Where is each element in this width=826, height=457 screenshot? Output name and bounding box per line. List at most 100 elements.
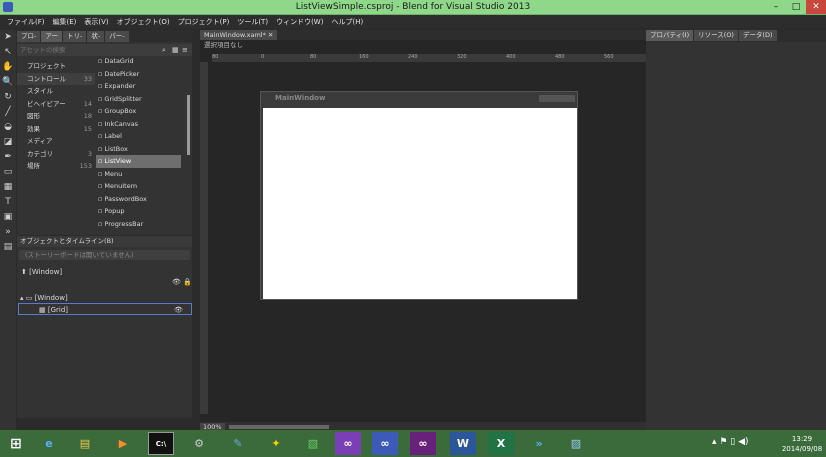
assets-tabs: プロ- アー トリ- 状- パー-	[17, 30, 192, 42]
category-item[interactable]: カテゴリ 3	[17, 148, 95, 161]
tab-right-0[interactable]: プロパティ(I)	[646, 30, 694, 41]
list-view-icon[interactable]: ≡	[182, 46, 192, 54]
horizontal-scroll[interactable]	[228, 425, 329, 429]
control-item[interactable]: ▫ ListView	[96, 155, 181, 168]
control-item[interactable]: ▫ GroupBox	[96, 105, 181, 118]
menu-item[interactable]: ヘルプ(H)	[327, 17, 367, 27]
category-item[interactable]: メディア	[17, 135, 95, 148]
category-item[interactable]: ビヘイビアー 14	[17, 98, 95, 111]
file-explorer-icon[interactable]: ▤	[72, 432, 98, 455]
camera-orbit-icon[interactable]: ↻	[0, 90, 16, 105]
paint-icon[interactable]: ✎	[225, 432, 251, 455]
menu-item[interactable]: ファイル(F)	[3, 17, 49, 27]
visibility-icon[interactable]: 👁	[172, 278, 181, 286]
word-icon[interactable]: W	[450, 432, 476, 455]
windows-start-icon[interactable]: ⊞	[3, 432, 29, 455]
asset-categories: プロジェクト コントロール 33 スタイル ビヘイビアー 14 図形 18 効果 15 メディア カテ…	[17, 60, 95, 185]
category-item[interactable]: 場所 153	[17, 160, 95, 173]
control-item[interactable]: ▫ MenuItem	[96, 180, 181, 193]
design-surface[interactable]	[263, 108, 577, 299]
menu-item[interactable]: プロジェクト(P)	[174, 17, 234, 27]
media-player-icon[interactable]: ▶	[110, 432, 136, 455]
tray-icons[interactable]: ▴ ⚑ ▯ ◀)	[712, 437, 749, 447]
excel-icon[interactable]: X	[488, 432, 514, 455]
ruler-tick-label: 240	[408, 54, 418, 60]
control-item[interactable]: ▫ InkCanvas	[96, 118, 181, 131]
visual-studio-icon[interactable]: ∞	[335, 432, 361, 455]
control-item[interactable]: ▫ ListBox	[96, 143, 181, 156]
control-item[interactable]: ▫ ProgressBar	[96, 218, 181, 231]
direct-selection-icon[interactable]: ↖	[0, 45, 16, 60]
selection-tool-icon[interactable]: ➤	[0, 30, 16, 45]
control-icon: ▫	[98, 194, 103, 203]
textbox-icon[interactable]: T	[0, 195, 16, 210]
image-viewer-icon[interactable]: ▨	[563, 432, 589, 455]
control-item[interactable]: ▫ Label	[96, 130, 181, 143]
tab-asset-2[interactable]: トリ-	[62, 31, 87, 42]
zoom-icon[interactable]: 🔍	[0, 75, 16, 90]
menu-item[interactable]: 編集(E)	[49, 17, 81, 27]
category-item[interactable]: 図形 18	[17, 110, 95, 123]
command-prompt-icon[interactable]: C:\	[148, 432, 174, 455]
tab-asset-4[interactable]: パー-	[105, 31, 129, 42]
eyedropper-icon[interactable]: ╱	[0, 105, 16, 120]
tree-item-grid[interactable]: ▦ [Grid] 👁	[18, 303, 192, 315]
eraser-icon[interactable]: ◪	[0, 135, 16, 150]
asset-search-input[interactable]	[17, 44, 162, 56]
tab-asset-3[interactable]: 状-	[87, 31, 105, 42]
close-button[interactable]: ✕	[806, 0, 826, 14]
category-item[interactable]: 効果 15	[17, 123, 95, 136]
paint-bucket-icon[interactable]: ◒	[0, 120, 16, 135]
grid-visibility-icon[interactable]: 👁	[174, 304, 183, 316]
ruler-tick-label: 80	[212, 54, 219, 60]
category-item[interactable]: プロジェクト	[17, 60, 95, 73]
visual-studio-2-icon[interactable]: ∞	[410, 432, 436, 455]
horizontal-ruler: 80 0 80 160 240 320 400 480 560	[212, 54, 646, 62]
internet-explorer-icon[interactable]: e	[36, 432, 62, 455]
control-item[interactable]: ▫ Expander	[96, 80, 181, 93]
lock-icon[interactable]: 🔒	[183, 278, 192, 286]
blend-icon[interactable]: ∞	[372, 432, 398, 455]
control-item[interactable]: ▫ PasswordBox	[96, 193, 181, 206]
pan-icon[interactable]: ✋	[0, 60, 16, 75]
game-icon[interactable]: ✦	[263, 432, 289, 455]
menu-item[interactable]: オブジェクト(O)	[113, 17, 174, 27]
control-item[interactable]: ▫ Popup	[96, 205, 181, 218]
powershell-icon[interactable]: »	[526, 432, 552, 455]
category-item[interactable]: コントロール 33	[17, 72, 95, 85]
artboard-window[interactable]: MainWindow	[260, 91, 578, 300]
pen-icon[interactable]: ✒	[0, 150, 16, 165]
tab-asset-0[interactable]: プロ-	[17, 31, 41, 42]
maximize-button[interactable]: □	[786, 0, 806, 14]
menu-item[interactable]: ツール(T)	[233, 17, 272, 27]
tab-mainwindow[interactable]: MainWindow.xaml* ✕	[200, 30, 278, 40]
tab-right-1[interactable]: リソース(O)	[694, 30, 738, 41]
category-item[interactable]: スタイル	[17, 85, 95, 98]
photo-icon[interactable]: ▧	[300, 432, 326, 455]
ruler-tick-label: 560	[604, 54, 614, 60]
menu-item[interactable]: ウィンドウ(W)	[272, 17, 327, 27]
control-label: Label	[104, 132, 122, 140]
button-icon[interactable]: ▣	[0, 210, 16, 225]
root-element[interactable]: ⬆ [Window]	[17, 266, 192, 278]
menu-item[interactable]: 表示(V)	[80, 17, 112, 27]
control-item[interactable]: ▫ Menu	[96, 168, 181, 181]
control-icon: ▫	[98, 57, 103, 65]
minimize-button[interactable]: –	[766, 0, 786, 14]
control-item[interactable]: ▫ DatePicker	[96, 68, 181, 81]
storyboard-field[interactable]: (ストーリーボードは開いていません)	[19, 250, 190, 260]
control-panel-icon[interactable]: ⚙	[186, 432, 212, 455]
grid-icon[interactable]: ▦	[0, 180, 16, 195]
ruler-tick-label: 160	[359, 54, 369, 60]
tab-right-2[interactable]: データ(D)	[738, 30, 777, 41]
asset-icon[interactable]: ▤	[0, 240, 16, 255]
clock[interactable]: 13:29 2014/09/08	[780, 434, 824, 454]
tab-asset-1[interactable]: アー	[41, 31, 62, 42]
rectangle-icon[interactable]: ▭	[0, 165, 16, 180]
control-item[interactable]: ▫ DataGrid	[96, 55, 181, 68]
control-item[interactable]: ▫ GridSplitter	[96, 93, 181, 106]
assets-scrollbar[interactable]	[187, 95, 190, 155]
search-icon: ⌕	[162, 45, 166, 54]
more-assets-icon[interactable]: »	[0, 225, 16, 240]
grid-view-icon[interactable]: ▦	[172, 46, 182, 54]
